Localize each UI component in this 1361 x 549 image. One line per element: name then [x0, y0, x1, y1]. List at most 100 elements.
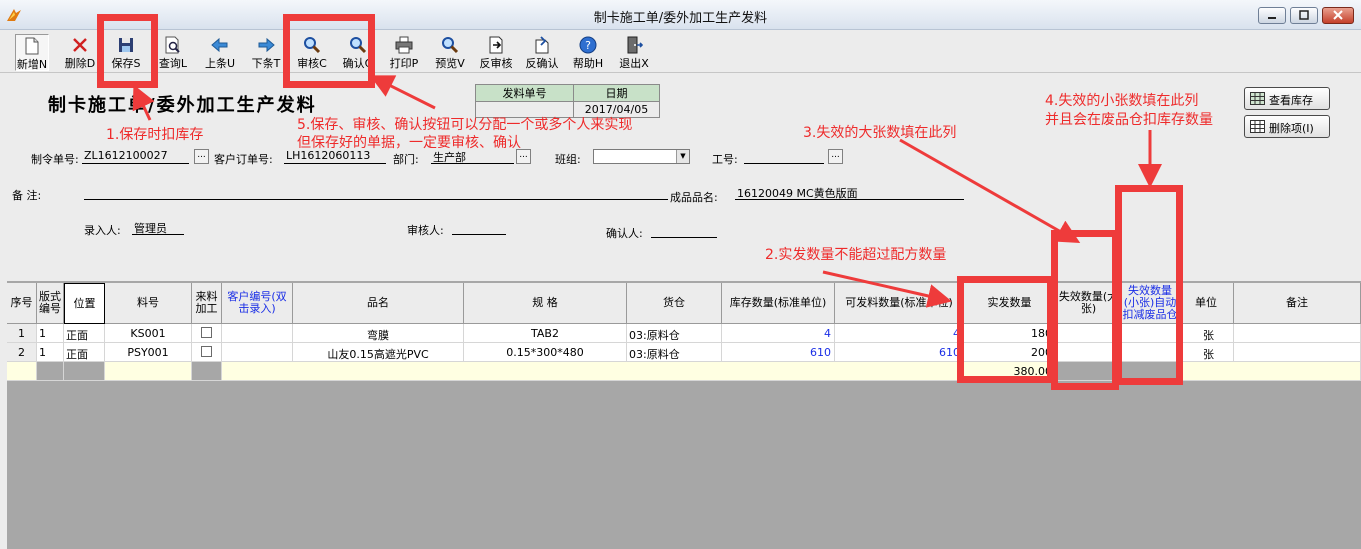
- new-button[interactable]: 新增N: [15, 34, 49, 71]
- incoming-checkbox[interactable]: [201, 327, 212, 338]
- product-label: 成品品名:: [670, 191, 718, 204]
- table-cell-stock[interactable]: 610: [722, 343, 835, 362]
- table-cell-position[interactable]: 正面: [64, 324, 105, 343]
- next-button[interactable]: 下条T: [247, 34, 285, 71]
- previous-label: 上条U: [204, 57, 236, 70]
- table-cell-customer-no[interactable]: [222, 324, 293, 343]
- exit-button[interactable]: 退出X: [615, 34, 653, 71]
- col-header-unit[interactable]: 单位: [1179, 283, 1234, 324]
- table-cell-unit[interactable]: 张: [1179, 324, 1234, 343]
- annotation-box-void-small: [1115, 185, 1183, 385]
- confirmer-label: 确认人:: [606, 227, 643, 240]
- date-header: 日期: [573, 84, 660, 102]
- product-field[interactable]: 16120049 MC黄色版面: [735, 185, 964, 200]
- preview-button[interactable]: 预览V: [431, 34, 469, 71]
- unconfirm-button[interactable]: 反确认: [523, 34, 561, 71]
- table-cell-warehouse[interactable]: 03:原料仓: [627, 324, 722, 343]
- preview-label: 预览V: [435, 57, 465, 70]
- new-row-cell[interactable]: [1179, 362, 1361, 381]
- annotation-note-3: 3.失效的大张数填在此列: [803, 125, 957, 141]
- view-stock-label: 查看库存: [1269, 94, 1313, 107]
- new-row-cell[interactable]: [222, 362, 964, 381]
- toolbar: 新增N 删除D 保存S 查询L 上条U 下条T 审核C 确认Q 打印P 预览V …: [0, 31, 1361, 73]
- customer-order-label: 客户订单号:: [214, 153, 273, 166]
- table-cell-layout[interactable]: 1: [37, 343, 64, 362]
- printer-icon: [395, 36, 413, 54]
- col-header-warehouse[interactable]: 货仓: [627, 283, 722, 324]
- table-row-number[interactable]: 2: [7, 343, 37, 362]
- table-cell-unit[interactable]: 张: [1179, 343, 1234, 362]
- incoming-checkbox[interactable]: [201, 346, 212, 357]
- maximize-button[interactable]: [1290, 7, 1318, 24]
- doc-no-header: 发料单号: [475, 84, 574, 102]
- table-cell-name[interactable]: 山友0.15高遮光PVC: [293, 343, 464, 362]
- annotation-note-1: 1.保存时扣库存: [106, 127, 204, 143]
- table-cell-incoming[interactable]: [192, 343, 222, 362]
- print-label: 打印P: [389, 57, 419, 70]
- table-cell-item-no[interactable]: KS001: [105, 324, 192, 343]
- view-stock-button[interactable]: 查看库存: [1244, 87, 1330, 110]
- table-cell-available[interactable]: 610: [835, 343, 964, 362]
- print-button[interactable]: 打印P: [385, 34, 423, 71]
- chevron-down-icon[interactable]: ▼: [676, 150, 689, 163]
- entry-person-field: 管理员: [132, 220, 184, 235]
- delete-item-button[interactable]: 删除项(I): [1244, 115, 1330, 138]
- new-row-cell: [192, 362, 222, 381]
- col-header-layout[interactable]: 版式编号: [37, 283, 64, 324]
- annotation-box-void-large: [1051, 230, 1119, 390]
- worker-no-field[interactable]: [744, 149, 824, 164]
- col-header-customer-no[interactable]: 客户编号(双击录入): [222, 283, 293, 324]
- table-row-number[interactable]: 1: [7, 324, 37, 343]
- new-doc-icon: [25, 37, 39, 55]
- table-cell-incoming[interactable]: [192, 324, 222, 343]
- col-header-position[interactable]: 位置: [64, 283, 105, 324]
- previous-button[interactable]: 上条U: [201, 34, 239, 71]
- table-cell-remark[interactable]: [1234, 343, 1361, 362]
- department-label: 部门:: [393, 153, 419, 166]
- exit-door-icon: [627, 36, 643, 54]
- table-cell-position[interactable]: 正面: [64, 343, 105, 362]
- table-cell-stock[interactable]: 4: [722, 324, 835, 343]
- col-header-remark[interactable]: 备注: [1234, 283, 1361, 324]
- next-label: 下条T: [251, 57, 281, 70]
- grid-delete-icon: [1250, 120, 1265, 133]
- query-button[interactable]: 查询L: [154, 34, 192, 71]
- table-cell-warehouse[interactable]: 03:原料仓: [627, 343, 722, 362]
- col-header-incoming[interactable]: 来料加工: [192, 283, 222, 324]
- table-cell-layout[interactable]: 1: [37, 324, 64, 343]
- maximize-icon: [1299, 10, 1309, 20]
- new-label: 新增N: [16, 58, 48, 71]
- table-cell-customer-no[interactable]: [222, 343, 293, 362]
- col-header-name[interactable]: 品名: [293, 283, 464, 324]
- annotation-note-4-line1: 4.失效的小张数填在此列: [1045, 93, 1199, 109]
- close-button[interactable]: [1322, 7, 1354, 24]
- table-cell-spec[interactable]: 0.15*300*480: [464, 343, 627, 362]
- remark-label: 备 注:: [12, 189, 42, 202]
- table-cell-name[interactable]: 弯膜: [293, 324, 464, 343]
- annotation-box-issued-qty: [957, 276, 1054, 383]
- new-row-cell[interactable]: [105, 362, 192, 381]
- worker-no-lookup-button[interactable]: ...: [828, 149, 843, 164]
- confirmer-field: [651, 223, 717, 238]
- new-row-cell: [37, 362, 64, 381]
- unaudit-button[interactable]: 反审核: [477, 34, 515, 71]
- minimize-button[interactable]: [1258, 7, 1286, 24]
- annotation-note-2: 2.实发数量不能超过配方数量: [765, 247, 947, 263]
- delete-button[interactable]: 删除D: [61, 34, 99, 71]
- table-cell-spec[interactable]: TAB2: [464, 324, 627, 343]
- col-header-stock[interactable]: 库存数量(标准单位): [722, 283, 835, 324]
- col-header-no[interactable]: 序号: [7, 283, 37, 324]
- col-header-available[interactable]: 可发料数量(标准单位): [835, 283, 964, 324]
- table-cell-item-no[interactable]: PSY001: [105, 343, 192, 362]
- delete-x-icon: [73, 38, 87, 52]
- table-cell-available[interactable]: 4: [835, 324, 964, 343]
- table-cell-remark[interactable]: [1234, 324, 1361, 343]
- order-no-lookup-button[interactable]: ...: [194, 149, 209, 164]
- team-select[interactable]: ▼: [593, 149, 690, 164]
- order-no-field[interactable]: ZL1612100027: [82, 149, 189, 164]
- new-row-number[interactable]: [7, 362, 37, 381]
- col-header-spec[interactable]: 规 格: [464, 283, 627, 324]
- col-header-item-no[interactable]: 料号: [105, 283, 192, 324]
- remark-field[interactable]: [84, 185, 668, 200]
- help-button[interactable]: ? 帮助H: [569, 34, 607, 71]
